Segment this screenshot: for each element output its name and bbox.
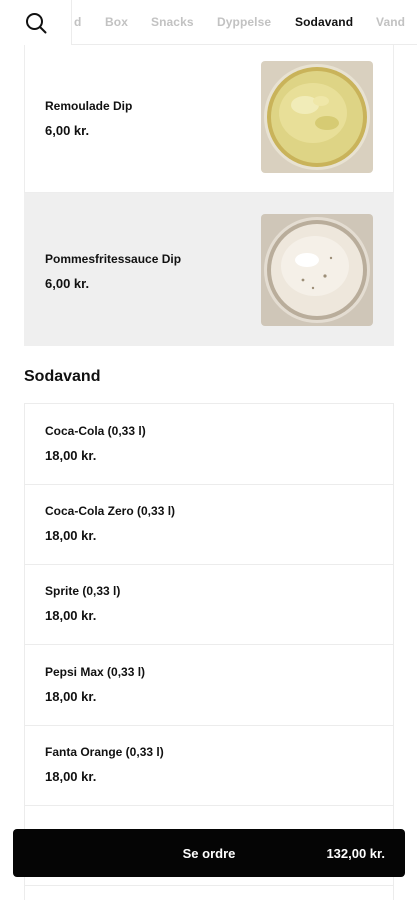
product-name: Pepsi Max (0,33 l) — [45, 665, 146, 679]
tab-sodavand[interactable]: Sodavand — [295, 15, 353, 29]
product-name: Sprite (0,33 l) — [45, 584, 121, 598]
order-total: 132,00 kr. — [326, 846, 385, 861]
search-button[interactable] — [0, 0, 72, 45]
product-price: 18,00 kr. — [45, 689, 97, 704]
product-price: 18,00 kr. — [45, 769, 97, 784]
top-bar: d Box Snacks Dyppelse Sodavand Vand — [0, 0, 417, 45]
list-item[interactable]: Pepsi Max (0,33 l) 18,00 kr. — [25, 645, 393, 726]
tab-box[interactable]: Box — [105, 15, 128, 29]
product-price: 18,00 kr. — [45, 528, 97, 543]
product-card-selected[interactable]: Pommesfritessauce Dip 6,00 kr. — [24, 193, 394, 346]
tab-dyppelse[interactable]: Dyppelse — [217, 15, 271, 29]
product-price: 6,00 kr. — [45, 123, 90, 138]
product-name: Coca-Cola Zero (0,33 l) — [45, 504, 176, 518]
view-order-button[interactable]: Se ordre 132,00 kr. — [13, 829, 405, 877]
product-name: Fanta Orange (0,33 l) — [45, 745, 164, 759]
section-title-sodavand: Sodavand — [24, 368, 101, 385]
product-list: Coca-Cola (0,33 l) 18,00 kr. Coca-Cola Z… — [24, 403, 394, 900]
remoulade-dip-photo — [261, 61, 373, 173]
fries-sauce-dip-photo — [261, 214, 373, 326]
list-item[interactable]: Coca-Cola (0,33 l) 18,00 kr. — [25, 404, 393, 485]
search-icon — [25, 12, 46, 33]
tab-snacks[interactable]: Snacks — [151, 15, 194, 29]
product-name: Coca-Cola (0,33 l) — [45, 424, 146, 438]
product-price: 6,00 kr. — [45, 276, 90, 291]
list-item[interactable]: Coca-Cola Zero (0,33 l) 18,00 kr. — [25, 484, 393, 565]
category-tabs: d Box Snacks Dyppelse Sodavand Vand — [72, 0, 417, 45]
product-name: Pommesfritessauce Dip — [45, 252, 182, 266]
list-item[interactable]: Fanta Orange (0,33 l) 18,00 kr. — [25, 725, 393, 806]
product-price: 18,00 kr. — [45, 608, 97, 623]
tab-vand[interactable]: Vand — [376, 15, 405, 29]
product-card[interactable]: Remoulade Dip 6,00 kr. — [24, 40, 394, 193]
list-item[interactable]: Sprite (0,33 l) 18,00 kr. — [25, 564, 393, 645]
product-name: Remoulade Dip — [45, 99, 133, 113]
tab-partial[interactable]: d — [74, 15, 81, 29]
product-price: 18,00 kr. — [45, 448, 97, 463]
